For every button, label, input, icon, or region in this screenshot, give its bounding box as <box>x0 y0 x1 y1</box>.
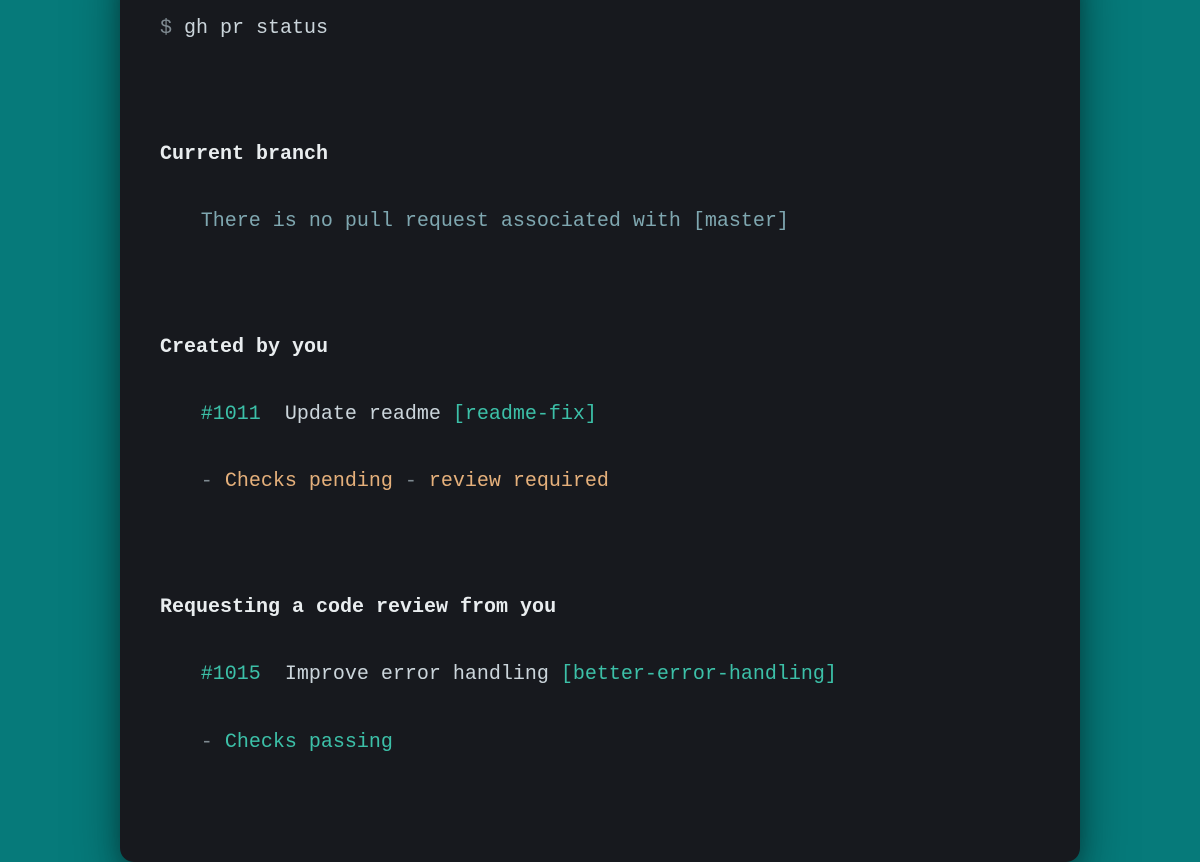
dash-icon: - <box>405 470 417 493</box>
pr-id: #1011 <box>201 403 261 426</box>
branch-name: [master] <box>693 210 789 233</box>
section-heading-current-branch: Current branch <box>160 138 1040 172</box>
pr-id: #1015 <box>201 663 261 686</box>
created-pr-line: #1011 Update readme [readme-fix] <box>160 398 1040 432</box>
blank-line <box>160 272 1040 297</box>
pr-branch: [better-error-handling] <box>561 663 837 686</box>
command-line: $ gh pr status <box>160 12 1040 46</box>
pr-title: Improve error handling <box>285 663 549 686</box>
dash-icon: - <box>201 731 213 754</box>
terminal-window: $ gh pr status Current branch There is n… <box>120 0 1080 862</box>
dash-icon: - <box>201 470 213 493</box>
section-heading-requesting-review: Requesting a code review from you <box>160 591 1040 625</box>
requested-pr-line: #1015 Improve error handling [better-err… <box>160 658 1040 692</box>
blank-line <box>160 533 1040 558</box>
terminal-content[interactable]: $ gh pr status Current branch There is n… <box>120 0 1080 826</box>
prompt-symbol: $ <box>160 17 172 40</box>
current-branch-line: There is no pull request associated with… <box>160 205 1040 239</box>
no-pr-message: There is no pull request associated with <box>201 210 693 233</box>
checks-passing: Checks passing <box>225 731 393 754</box>
blank-line <box>160 79 1040 104</box>
requested-pr-status: - Checks passing <box>160 726 1040 760</box>
review-required: review required <box>429 470 609 493</box>
checks-pending: Checks pending <box>225 470 393 493</box>
command-text: gh pr status <box>184 17 328 40</box>
pr-branch: [readme-fix] <box>453 403 597 426</box>
created-pr-status: - Checks pending - review required <box>160 465 1040 499</box>
pr-title: Update readme <box>285 403 441 426</box>
section-heading-created-by-you: Created by you <box>160 331 1040 365</box>
